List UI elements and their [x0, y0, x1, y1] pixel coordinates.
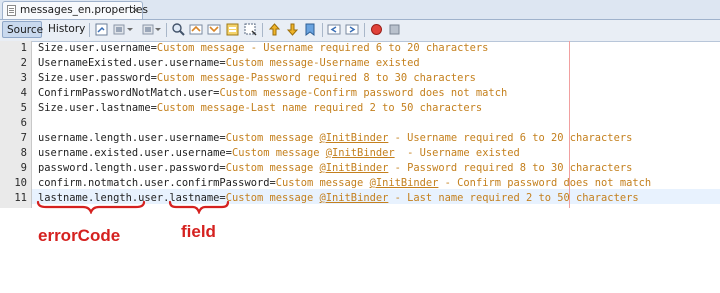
line-number: 9 [20, 162, 27, 174]
property-key: Size.user.username [38, 42, 151, 54]
line-number: 3 [20, 72, 27, 84]
last-edit-icon[interactable] [94, 22, 109, 37]
back-icon[interactable] [112, 22, 127, 37]
line-number: 8 [20, 147, 27, 159]
toolbar-separator [89, 23, 90, 37]
line-number: 4 [20, 87, 27, 99]
error-code-label: errorCode [38, 226, 121, 245]
property-key: Size.user.password [38, 72, 151, 84]
property-value-suffix: - Username required 6 to 20 characters [388, 132, 633, 144]
start-macro-recording-icon[interactable] [369, 22, 384, 37]
next-bookmark-icon[interactable] [285, 22, 300, 37]
property-key: username.length.user.username [38, 132, 220, 144]
property-value-prefix: Custom message [275, 177, 370, 189]
error-code-brace [36, 200, 146, 214]
property-key: password.length.user.password [38, 162, 220, 174]
toolbar-separator [166, 23, 167, 37]
shift-line-right-icon[interactable] [345, 22, 360, 37]
property-value: Custom message-Confirm password does not… [219, 87, 508, 99]
property-value: Custom message-Username existed [225, 57, 420, 69]
property-value-suffix: - Confirm password does not match [438, 177, 652, 189]
initbinder-annotation: @InitBinder [319, 162, 389, 174]
line-number: 1 [20, 42, 27, 54]
toggle-bookmark-icon[interactable] [303, 22, 318, 37]
property-value: Custom message-Password required 8 to 30… [156, 72, 476, 84]
property-value: Custom message-Last name required 2 to 5… [156, 102, 483, 114]
toggle-highlight-icon[interactable] [225, 22, 240, 37]
code-line[interactable]: username.existed.user.username=Custom me… [38, 146, 520, 160]
property-key: Size.user.lastname [38, 102, 151, 114]
field-brace [168, 200, 230, 214]
code-line[interactable]: Size.user.lastname=Custom message-Last n… [38, 101, 482, 115]
previous-bookmark-icon[interactable] [267, 22, 282, 37]
property-value-prefix: Custom message [225, 162, 320, 174]
line-number: 5 [20, 102, 27, 114]
editor-toolbar: Source History [0, 20, 720, 42]
property-key: username.existed.user.username [38, 147, 226, 159]
back-dropdown-icon[interactable] [126, 22, 134, 37]
code-line[interactable]: UsernameExisted.user.username=Custom mes… [38, 56, 420, 70]
property-value-prefix: Custom message [225, 132, 320, 144]
code-line[interactable]: ConfirmPasswordNotMatch.user=Custom mess… [38, 86, 507, 100]
field-label: field [181, 222, 216, 241]
line-number: 10 [14, 177, 27, 189]
initbinder-annotation: @InitBinder [319, 132, 389, 144]
source-view-button[interactable]: Source [2, 21, 43, 38]
properties-file-icon [7, 5, 16, 16]
code-line[interactable]: confirm.notmatch.user.confirmPassword=Cu… [38, 176, 651, 190]
line-number: 2 [20, 57, 27, 69]
property-key: UsernameExisted.user.username [38, 57, 220, 69]
line-number: 7 [20, 132, 27, 144]
code-line[interactable]: username.length.user.username=Custom mes… [38, 131, 632, 145]
file-tab-label: messages_en.properties [20, 4, 148, 16]
file-tab[interactable]: messages_en.properties × [2, 1, 148, 19]
find-icon[interactable] [171, 22, 186, 37]
property-key: confirm.notmatch.user.confirmPassword [38, 177, 270, 189]
history-view-button[interactable]: History [44, 21, 86, 38]
editor-tab-strip: messages_en.properties × [0, 0, 720, 20]
toolbar-separator [364, 23, 365, 37]
close-tab-icon[interactable]: × [131, 4, 139, 17]
initbinder-annotation: @InitBinder [369, 177, 439, 189]
stop-macro-recording-icon[interactable] [387, 22, 402, 37]
property-value-suffix: - Password required 8 to 30 characters [388, 162, 633, 174]
property-value-prefix: Custom message [231, 147, 326, 159]
find-next-icon[interactable] [207, 22, 222, 37]
toolbar-separator [322, 23, 323, 37]
initbinder-annotation: @InitBinder [325, 147, 395, 159]
property-value-suffix: - Username existed [394, 147, 520, 159]
property-value: Custom message - Username required 6 to … [156, 42, 489, 54]
code-line[interactable]: Size.user.username=Custom message - User… [38, 41, 488, 55]
shift-line-left-icon[interactable] [327, 22, 342, 37]
line-number: 6 [20, 117, 27, 129]
property-value-suffix: - Last name required 2 to 50 characters [388, 192, 639, 204]
line-number: 11 [14, 192, 27, 204]
toggle-rectangular-selection-icon[interactable] [243, 22, 258, 37]
forward-dropdown-icon[interactable] [154, 22, 162, 37]
code-editor[interactable]: 1 2 3 4 5 6 7 8 9 10 11 Size.user.userna… [0, 41, 720, 208]
property-value-prefix: Custom message [225, 192, 320, 204]
code-line[interactable]: Size.user.password=Custom message-Passwo… [38, 71, 476, 85]
line-number-gutter: 1 2 3 4 5 6 7 8 9 10 11 [0, 41, 32, 208]
property-key: ConfirmPasswordNotMatch.user [38, 87, 214, 99]
initbinder-annotation: @InitBinder [319, 192, 389, 204]
find-previous-icon[interactable] [189, 22, 204, 37]
code-line[interactable]: password.length.user.password=Custom mes… [38, 161, 632, 175]
forward-icon[interactable] [140, 22, 155, 37]
toolbar-separator [262, 23, 263, 37]
